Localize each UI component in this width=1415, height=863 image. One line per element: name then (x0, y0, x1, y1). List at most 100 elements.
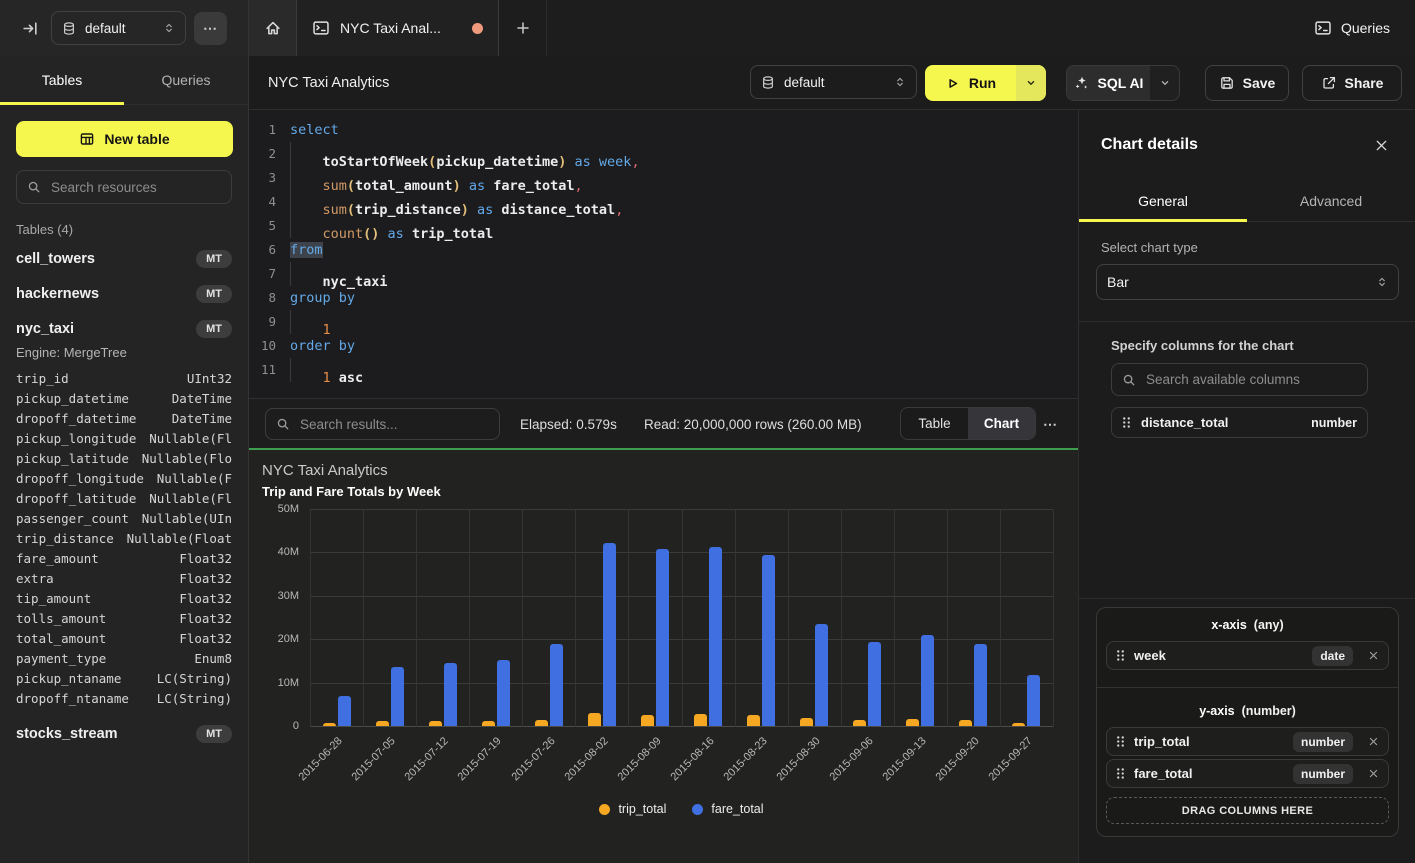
bar-fare_total[interactable] (762, 555, 775, 726)
bar-fare_total[interactable] (815, 624, 828, 726)
share-button[interactable]: Share (1302, 65, 1402, 101)
sidebar-tab-tables[interactable]: Tables (0, 56, 124, 104)
tab-general[interactable]: General (1079, 180, 1247, 221)
save-button[interactable]: Save (1205, 65, 1289, 101)
bar-fare_total[interactable] (868, 642, 881, 726)
bar-trip_total[interactable] (323, 723, 336, 726)
legend-item-fare_total[interactable]: fare_total (692, 802, 763, 816)
sql-ai-options-button[interactable] (1150, 66, 1179, 100)
schema-column-row[interactable]: payment_typeEnum8 (16, 648, 232, 668)
axis-item-trip_total[interactable]: trip_totalnumber (1106, 727, 1389, 756)
bar-fare_total[interactable] (550, 644, 563, 726)
schema-column-row[interactable]: dropoff_datetimeDateTime (16, 408, 232, 428)
schema-column-row[interactable]: fare_amountFloat32 (16, 548, 232, 568)
bar-fare_total[interactable] (444, 663, 457, 726)
drag-handle-icon[interactable] (1116, 649, 1125, 662)
axis-item-fare_total[interactable]: fare_totalnumber (1106, 759, 1389, 788)
new-table-button[interactable]: New table (16, 121, 233, 157)
view-toggle-chart[interactable]: Chart (968, 408, 1035, 439)
table-item-cell-towers[interactable]: cell_towers MT (16, 246, 232, 272)
view-toggle-table[interactable]: Table (901, 408, 968, 439)
schema-column-row[interactable]: pickup_latitudeNullable(Flo (16, 448, 232, 468)
schema-column-row[interactable]: trip_idUInt32 (16, 368, 232, 388)
queries-button[interactable]: Queries (1314, 0, 1390, 56)
schema-column-row[interactable]: trip_distanceNullable(Float (16, 528, 232, 548)
bar-trip_total[interactable] (906, 719, 919, 726)
run-button[interactable]: Run (925, 65, 1046, 101)
axis-item-week[interactable]: weekdate (1106, 641, 1389, 670)
code-line[interactable]: 4sum(trip_distance) as distance_total, (249, 190, 1078, 214)
run-button-main[interactable]: Run (925, 65, 1016, 101)
code-line[interactable]: 1select (249, 118, 1078, 142)
bar-trip_total[interactable] (853, 720, 866, 726)
new-tab-button[interactable] (499, 0, 547, 56)
code-line[interactable]: 7nyc_taxi (249, 262, 1078, 286)
bar-trip_total[interactable] (694, 714, 707, 726)
bar-trip_total[interactable] (588, 713, 601, 726)
code-line[interactable]: 111 asc (249, 358, 1078, 382)
table-item-nyc-taxi[interactable]: nyc_taxi MT (16, 316, 232, 342)
bar-trip_total[interactable] (747, 715, 760, 726)
sql-ai-main[interactable]: SQL AI (1067, 66, 1150, 100)
drag-handle-icon[interactable] (1116, 767, 1125, 780)
bar-fare_total[interactable] (709, 547, 722, 726)
legend-item-trip_total[interactable]: trip_total (599, 802, 666, 816)
bar-fare_total[interactable] (391, 667, 404, 726)
table-item-stocks-stream[interactable]: stocks_stream MT (16, 721, 232, 747)
bar-trip_total[interactable] (1012, 723, 1025, 726)
header-database-selector[interactable]: default (750, 65, 917, 99)
sidebar-more-button[interactable]: ⋯ (194, 12, 227, 45)
remove-column-icon[interactable] (1368, 650, 1379, 661)
bar-fare_total[interactable] (921, 635, 934, 726)
schema-column-row[interactable]: extraFloat32 (16, 568, 232, 588)
bar-trip_total[interactable] (800, 718, 813, 726)
sql-ai-button[interactable]: SQL AI (1066, 65, 1180, 101)
close-icon[interactable] (1374, 138, 1389, 153)
sidebar-search-input[interactable] (49, 179, 221, 196)
remove-column-icon[interactable] (1368, 768, 1379, 779)
drop-zone[interactable]: DRAG COLUMNS HERE (1106, 797, 1389, 824)
table-item-hackernews[interactable]: hackernews MT (16, 281, 232, 307)
bar-trip_total[interactable] (535, 720, 548, 726)
bar-fare_total[interactable] (656, 549, 669, 726)
code-line[interactable]: 2toStartOfWeek(pickup_datetime) as week, (249, 142, 1078, 166)
schema-column-row[interactable]: dropoff_longitudeNullable(F (16, 468, 232, 488)
results-more-button[interactable]: ⋯ (1043, 399, 1058, 449)
bar-trip_total[interactable] (482, 721, 495, 726)
bar-fare_total[interactable] (603, 543, 616, 726)
code-line[interactable]: 10order by (249, 334, 1078, 358)
tab-nyc-taxi-analytics[interactable]: NYC Taxi Anal... (297, 0, 499, 56)
sidebar-tab-queries[interactable]: Queries (124, 56, 248, 104)
schema-column-row[interactable]: tip_amountFloat32 (16, 588, 232, 608)
schema-column-row[interactable]: dropoff_latitudeNullable(Fl (16, 488, 232, 508)
schema-column-row[interactable]: total_amountFloat32 (16, 628, 232, 648)
bar-fare_total[interactable] (1027, 675, 1040, 726)
drag-handle-icon[interactable] (1116, 735, 1125, 748)
bar-trip_total[interactable] (641, 715, 654, 726)
bar-trip_total[interactable] (429, 721, 442, 726)
schema-column-row[interactable]: pickup_longitudeNullable(Fl (16, 428, 232, 448)
schema-column-row[interactable]: dropoff_ntanameLC(String) (16, 688, 232, 708)
schema-column-row[interactable]: tolls_amountFloat32 (16, 608, 232, 628)
sql-editor[interactable]: 1select2toStartOfWeek(pickup_datetime) a… (249, 110, 1078, 398)
collapse-sidebar-icon[interactable] (22, 20, 39, 37)
bar-fare_total[interactable] (338, 696, 351, 726)
bar-fare_total[interactable] (497, 660, 510, 726)
run-options-button[interactable] (1016, 65, 1046, 101)
remove-column-icon[interactable] (1368, 736, 1379, 747)
schema-column-row[interactable]: pickup_datetimeDateTime (16, 388, 232, 408)
available-column-distance_total[interactable]: distance_totalnumber (1111, 407, 1368, 438)
drag-handle-icon[interactable] (1122, 416, 1131, 429)
bar-trip_total[interactable] (959, 720, 972, 726)
code-line[interactable]: 5count() as trip_total (249, 214, 1078, 238)
schema-column-row[interactable]: passenger_countNullable(UIn (16, 508, 232, 528)
chart-type-selector[interactable]: Bar (1096, 264, 1399, 300)
tab-advanced[interactable]: Advanced (1247, 180, 1415, 221)
bar-fare_total[interactable] (974, 644, 987, 726)
code-line[interactable]: 91 (249, 310, 1078, 334)
columns-search-input[interactable] (1144, 371, 1357, 388)
code-line[interactable]: 3sum(total_amount) as fare_total, (249, 166, 1078, 190)
results-search-input[interactable] (298, 416, 489, 433)
schema-column-row[interactable]: pickup_ntanameLC(String) (16, 668, 232, 688)
bar-trip_total[interactable] (376, 721, 389, 726)
